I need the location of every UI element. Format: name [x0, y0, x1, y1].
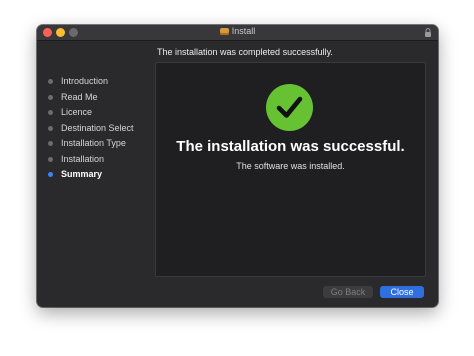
success-subtitle: The software was installed.: [236, 161, 345, 171]
step-dot-icon: [48, 126, 53, 131]
installer-window: Install The installation was completed s…: [37, 25, 438, 307]
header-message: The installation was completed successfu…: [157, 47, 333, 57]
window-title: Install: [231, 26, 256, 36]
success-title: The installation was successful.: [176, 138, 405, 155]
step-dot-icon: [48, 141, 53, 146]
step-dot-icon: [48, 79, 53, 84]
step-label: Destination Select: [61, 123, 134, 133]
go-back-button[interactable]: Go Back: [323, 286, 373, 298]
title-bar: Install: [37, 25, 438, 41]
step-label: Read Me: [61, 92, 98, 102]
close-button[interactable]: Close: [380, 286, 424, 298]
step-label: Installation Type: [61, 138, 126, 148]
success-badge: [266, 84, 313, 131]
content-panel: The installation was successful. The sof…: [155, 62, 426, 277]
step-dot-icon: [48, 110, 53, 115]
step-dot-icon: [48, 157, 53, 162]
step-label: Introduction: [61, 76, 109, 86]
package-icon: [219, 28, 229, 35]
checkmark-icon: [276, 96, 303, 118]
lock-icon: [425, 28, 431, 37]
step-dot-icon: [48, 95, 53, 100]
step-dot-icon: [48, 172, 53, 177]
step-label: Installation: [61, 154, 105, 164]
step-label: Summary: [61, 169, 103, 179]
step-label: Licence: [61, 107, 93, 117]
window-title-container: Install: [37, 26, 438, 36]
